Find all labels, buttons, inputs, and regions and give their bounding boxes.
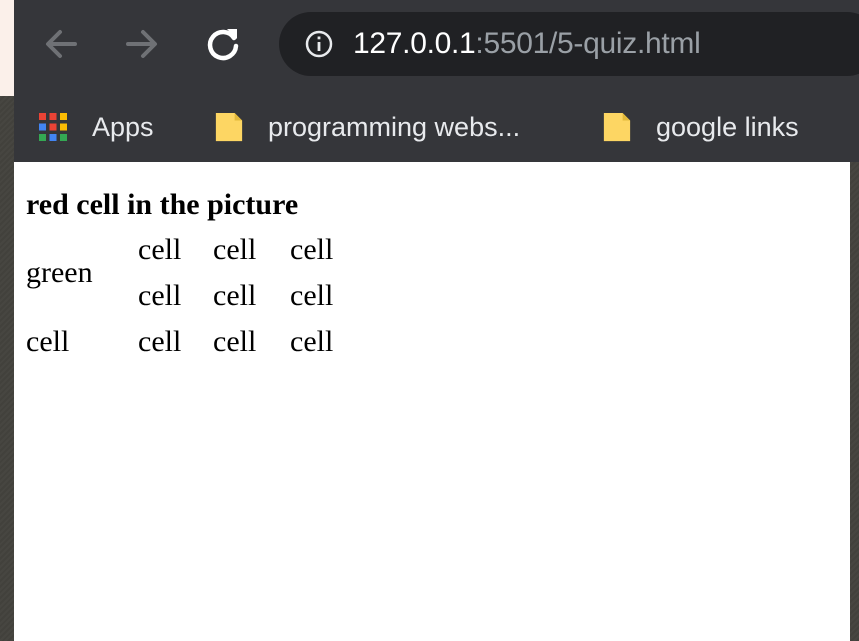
table-cell: cell [213,233,257,266]
page-heading: red cell in the picture [26,188,299,221]
table-cell-green: green [26,256,93,289]
bookmark-programming-websites[interactable]: programming webs... [214,102,520,152]
folder-icon [215,112,243,142]
table-cell: cell [290,325,334,358]
forward-button[interactable] [118,20,166,68]
url-path: :5501/5-quiz.html [475,27,701,60]
bookmarks-bar: Apps programming webs... google links [14,92,859,162]
table-cell: cell [138,233,182,266]
bookmark-label: Apps [92,111,154,142]
bookmark-apps[interactable]: Apps [38,102,154,152]
reload-button[interactable] [199,20,247,68]
url-host: 127.0.0.1 [353,27,476,60]
table-cell: cell [138,325,182,358]
table-cell: cell [290,279,334,312]
browser-toolbar: 127.0.0.1:5501/5-quiz.html [14,0,859,92]
page-content: red cell in the picture green cell cell … [14,162,850,641]
address-bar[interactable]: 127.0.0.1:5501/5-quiz.html [279,12,859,76]
arrow-left-icon [46,30,77,58]
apps-grid-icon [39,113,67,141]
folder-icon [603,112,631,142]
table-cell: cell [26,325,70,358]
table-cell: cell [213,325,257,358]
back-button[interactable] [37,20,85,68]
table-cell: cell [213,279,257,312]
info-icon[interactable] [305,30,333,58]
reload-icon [207,29,239,61]
url-text[interactable]: 127.0.0.1:5501/5-quiz.html [353,26,701,62]
browser-window: 127.0.0.1:5501/5-quiz.html Apps programm… [14,0,859,641]
bookmark-google-links[interactable]: google links [602,102,799,152]
bookmark-label: programming webs... [268,111,521,142]
bookmark-label: google links [656,111,799,142]
table-cell: cell [138,279,182,312]
arrow-right-icon [126,30,157,58]
table-cell: cell [290,233,334,266]
